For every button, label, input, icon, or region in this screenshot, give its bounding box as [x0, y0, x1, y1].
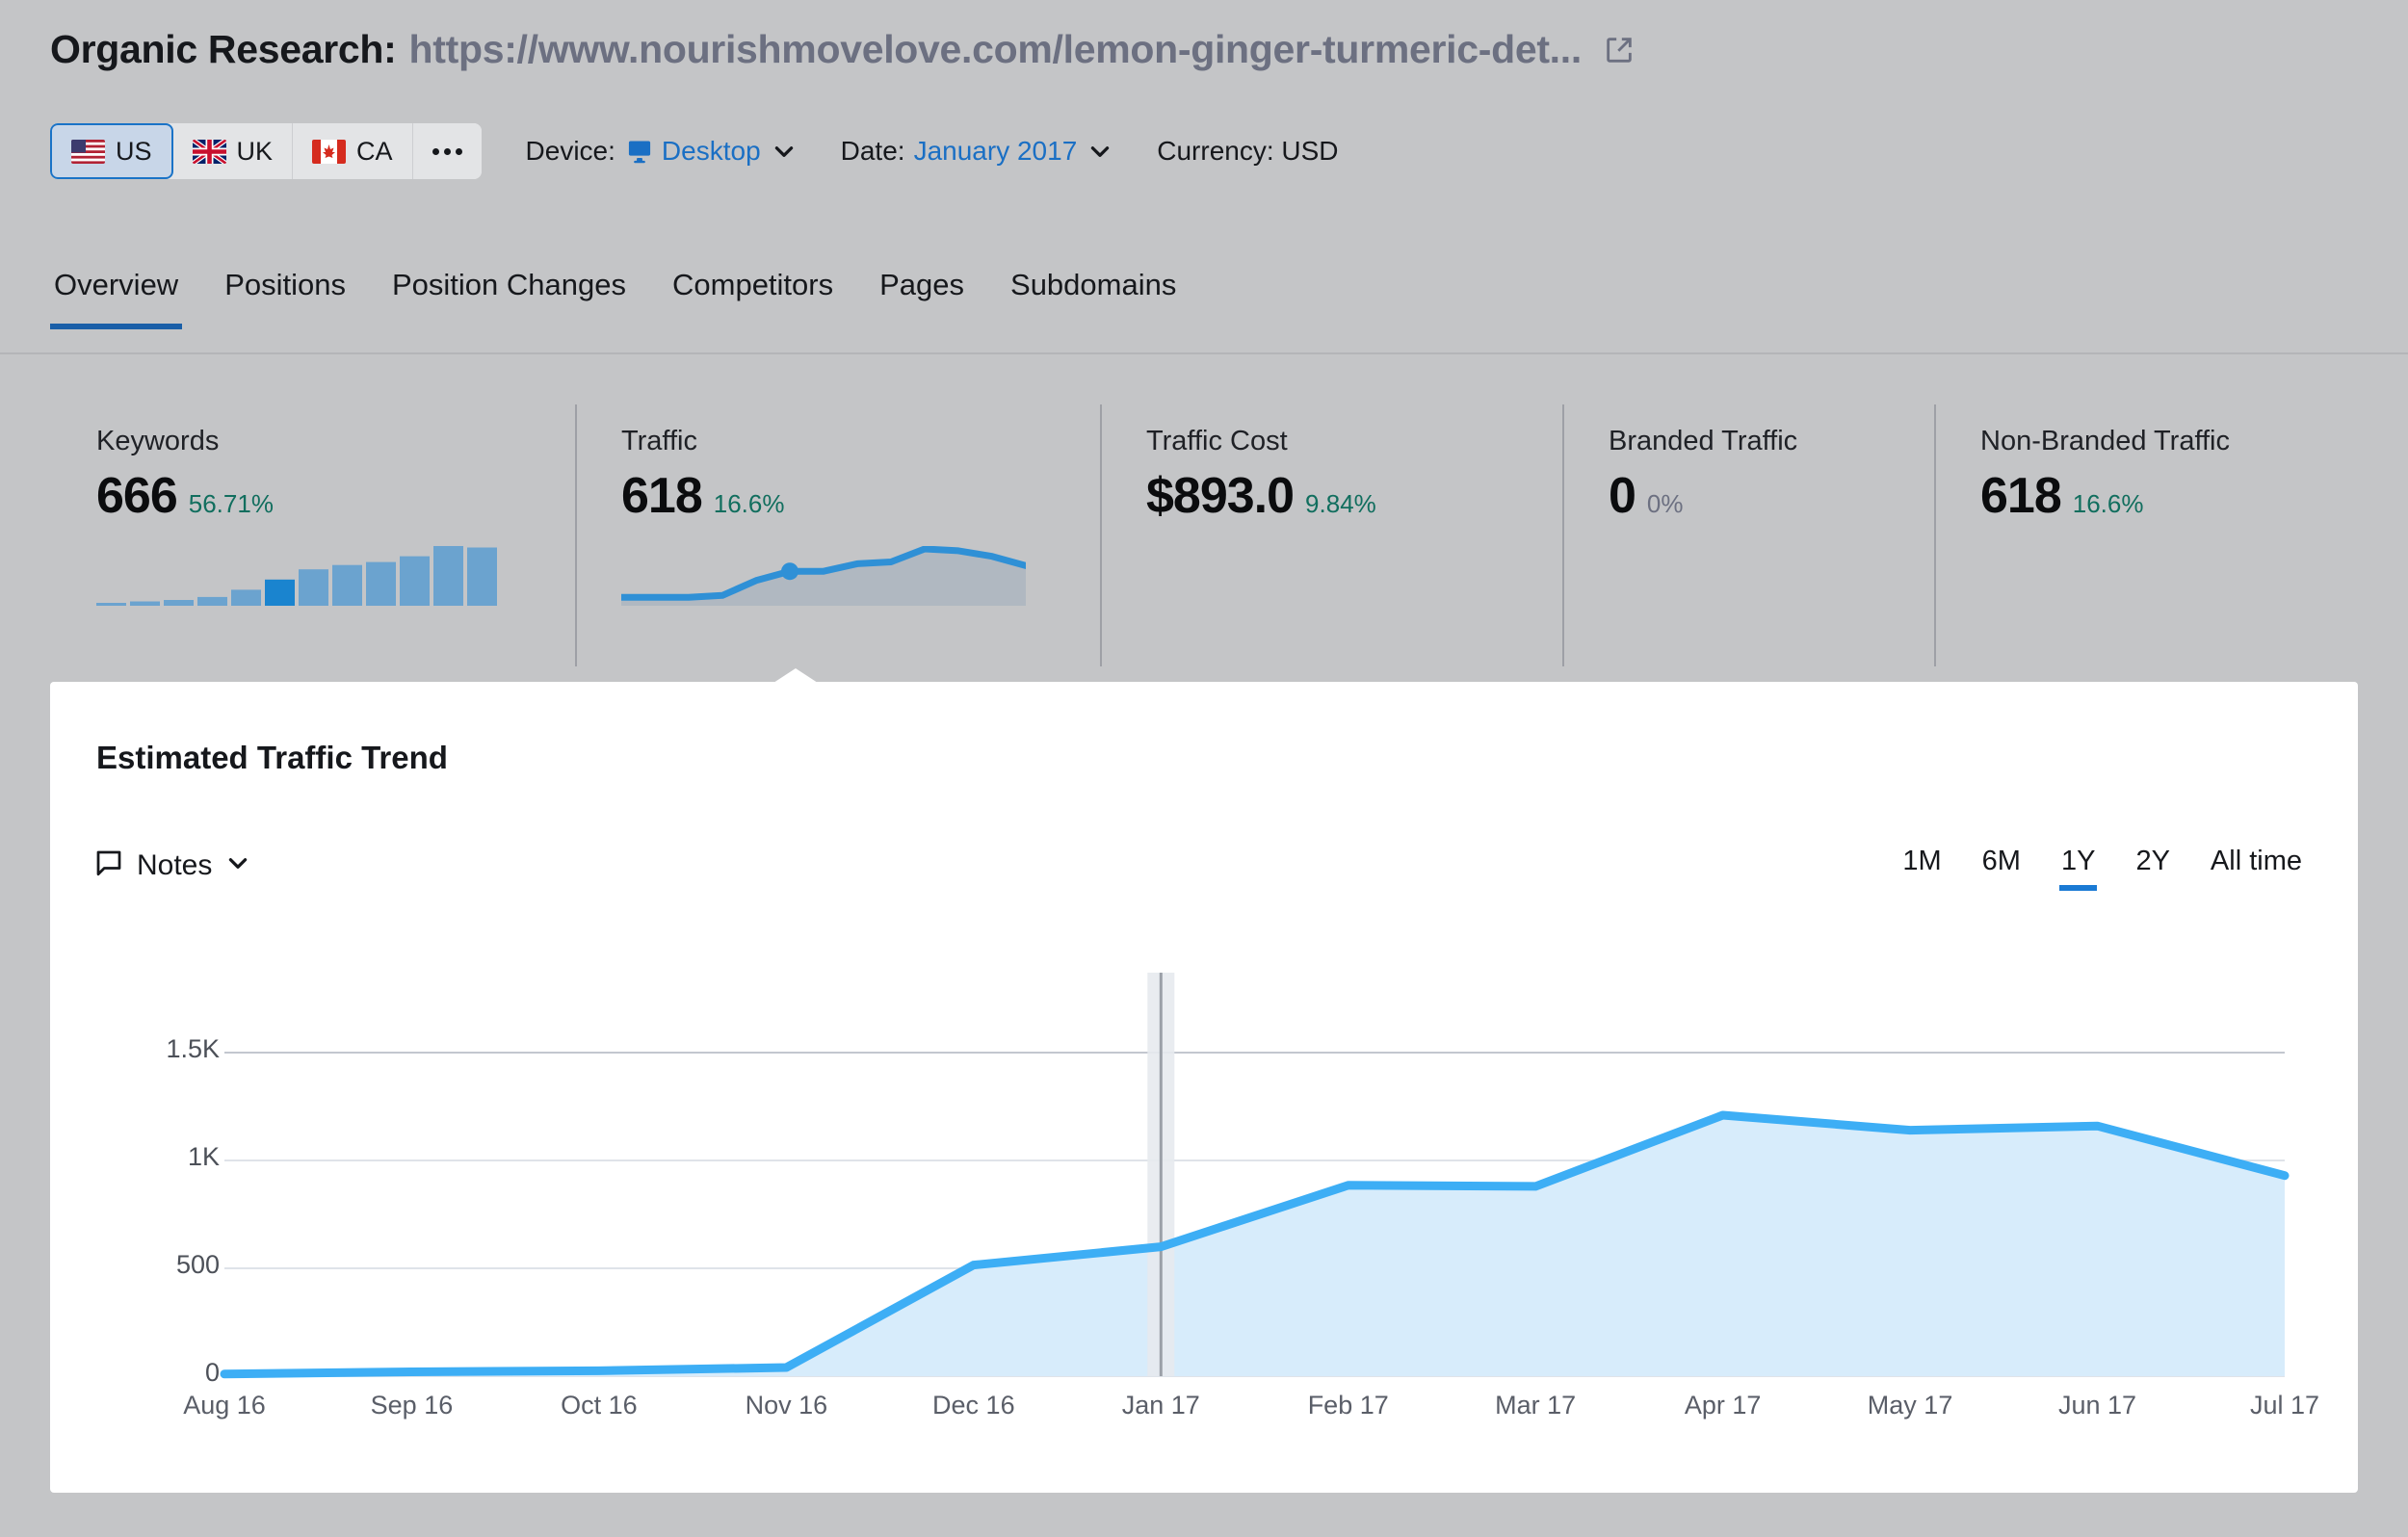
page-title: Organic Research: https://www.nourishmov…: [50, 27, 1636, 72]
metrics-summary: Keywords 666 56.71% Traffic 618 16.6% Tr…: [50, 395, 2358, 684]
metric-delta: 16.6%: [713, 489, 785, 518]
metric-label: Branded Traffic: [1609, 426, 1798, 456]
range-label: All time: [2210, 846, 2302, 876]
country-switcher: US UK CA: [50, 123, 482, 179]
tab-label: Subdomains: [1010, 268, 1177, 301]
panel-title: Estimated Traffic Trend: [96, 740, 448, 775]
metric-delta: 56.71%: [188, 489, 274, 518]
note-bubble-icon: [94, 848, 123, 882]
tab-pages[interactable]: Pages: [876, 268, 968, 327]
tab-label: Position Changes: [392, 268, 626, 301]
metric-value: 618: [1980, 468, 2062, 524]
country-button-us[interactable]: US: [50, 123, 173, 179]
country-label-uk: UK: [236, 136, 274, 166]
range-option-1y[interactable]: 1Y: [2058, 846, 2098, 891]
metric-value: 666: [96, 468, 178, 524]
metric-card-branded-traffic[interactable]: Branded Traffic 0 0%: [1562, 395, 1934, 684]
tab-competitors[interactable]: Competitors: [668, 268, 837, 327]
metric-value: 618: [621, 468, 703, 524]
range-label: 6M: [1981, 846, 2021, 876]
metric-delta: 16.6%: [2072, 489, 2144, 518]
monitor-icon: [626, 138, 653, 165]
tab-label: Pages: [879, 268, 965, 301]
notes-toggle[interactable]: Notes: [94, 848, 250, 882]
country-label-us: US: [116, 136, 152, 166]
range-label: 1Y: [2060, 846, 2096, 876]
time-range-selector: 1M 6M 1Y 2Y All time: [1902, 846, 2302, 891]
ellipsis-icon: [432, 147, 462, 155]
keywords-sparkline-bars: [96, 546, 575, 611]
estimated-traffic-trend-panel: Estimated Traffic Trend Notes 1M 6M 1Y 2…: [50, 682, 2358, 1493]
nav-tabs: Overview Positions Position Changes Comp…: [0, 268, 2408, 354]
metric-card-traffic-cost[interactable]: Traffic Cost $893.0 9.84%: [1100, 395, 1562, 684]
range-option-1m[interactable]: 1M: [1902, 846, 1941, 891]
range-option-2y[interactable]: 2Y: [2135, 846, 2169, 891]
tab-overview[interactable]: Overview: [50, 268, 183, 329]
metric-delta: 0%: [1646, 489, 1684, 518]
ca-flag-icon: [312, 139, 347, 164]
chevron-down-icon[interactable]: [225, 850, 250, 880]
tab-label: Overview: [54, 268, 179, 301]
device-value[interactable]: Desktop: [662, 136, 761, 167]
page-title-url: https://www.nourishmovelove.com/lemon-gi…: [408, 27, 1583, 71]
range-option-all-time[interactable]: All time: [2211, 846, 2302, 891]
notes-label: Notes: [137, 848, 213, 881]
chevron-down-icon[interactable]: [772, 139, 797, 164]
metric-card-non-branded-traffic[interactable]: Non-Branded Traffic 618 16.6%: [1934, 395, 2358, 684]
device-filter: Device: Desktop: [526, 136, 797, 167]
date-filter: Date: January 2017: [841, 136, 1113, 167]
traffic-sparkline-area: [617, 545, 1100, 611]
currency-label: Currency: USD: [1157, 136, 1339, 166]
range-label: 2Y: [2135, 846, 2170, 876]
metric-value: 0: [1609, 468, 1636, 524]
date-value[interactable]: January 2017: [914, 136, 1078, 167]
tab-positions[interactable]: Positions: [221, 268, 350, 327]
metric-label: Keywords: [96, 426, 220, 456]
metric-value: $893.0: [1146, 468, 1295, 524]
more-countries-button[interactable]: [412, 123, 482, 179]
filters-row: US UK CA Device: Desktop Date: January 2…: [50, 123, 1339, 179]
date-label: Date:: [840, 136, 905, 166]
range-label: 1M: [1902, 846, 1942, 876]
chevron-down-icon[interactable]: [1087, 139, 1112, 164]
metric-card-keywords[interactable]: Keywords 666 56.71%: [50, 395, 575, 684]
tab-label: Competitors: [672, 268, 834, 301]
country-label-ca: CA: [356, 136, 393, 166]
metric-card-traffic[interactable]: Traffic 618 16.6%: [575, 395, 1100, 684]
page-title-static: Organic Research:: [50, 27, 397, 71]
external-link-icon[interactable]: [1603, 34, 1636, 66]
country-button-uk[interactable]: UK: [172, 123, 294, 179]
metric-delta: 9.84%: [1305, 489, 1376, 518]
tab-label: Positions: [224, 268, 346, 301]
country-button-ca[interactable]: CA: [293, 123, 413, 179]
metric-label: Traffic: [621, 426, 697, 456]
tab-subdomains[interactable]: Subdomains: [1007, 268, 1180, 327]
tab-position-changes[interactable]: Position Changes: [388, 268, 630, 327]
page-header: Organic Research: https://www.nourishmov…: [0, 0, 2408, 250]
device-label: Device:: [525, 136, 615, 166]
currency-filter: Currency: USD: [1157, 136, 1338, 167]
metric-label: Traffic Cost: [1146, 426, 1288, 456]
range-option-6m[interactable]: 6M: [1982, 846, 2021, 891]
uk-flag-icon: [192, 139, 226, 164]
metric-label: Non-Branded Traffic: [1980, 426, 2230, 456]
us-flag-icon: [71, 139, 105, 164]
